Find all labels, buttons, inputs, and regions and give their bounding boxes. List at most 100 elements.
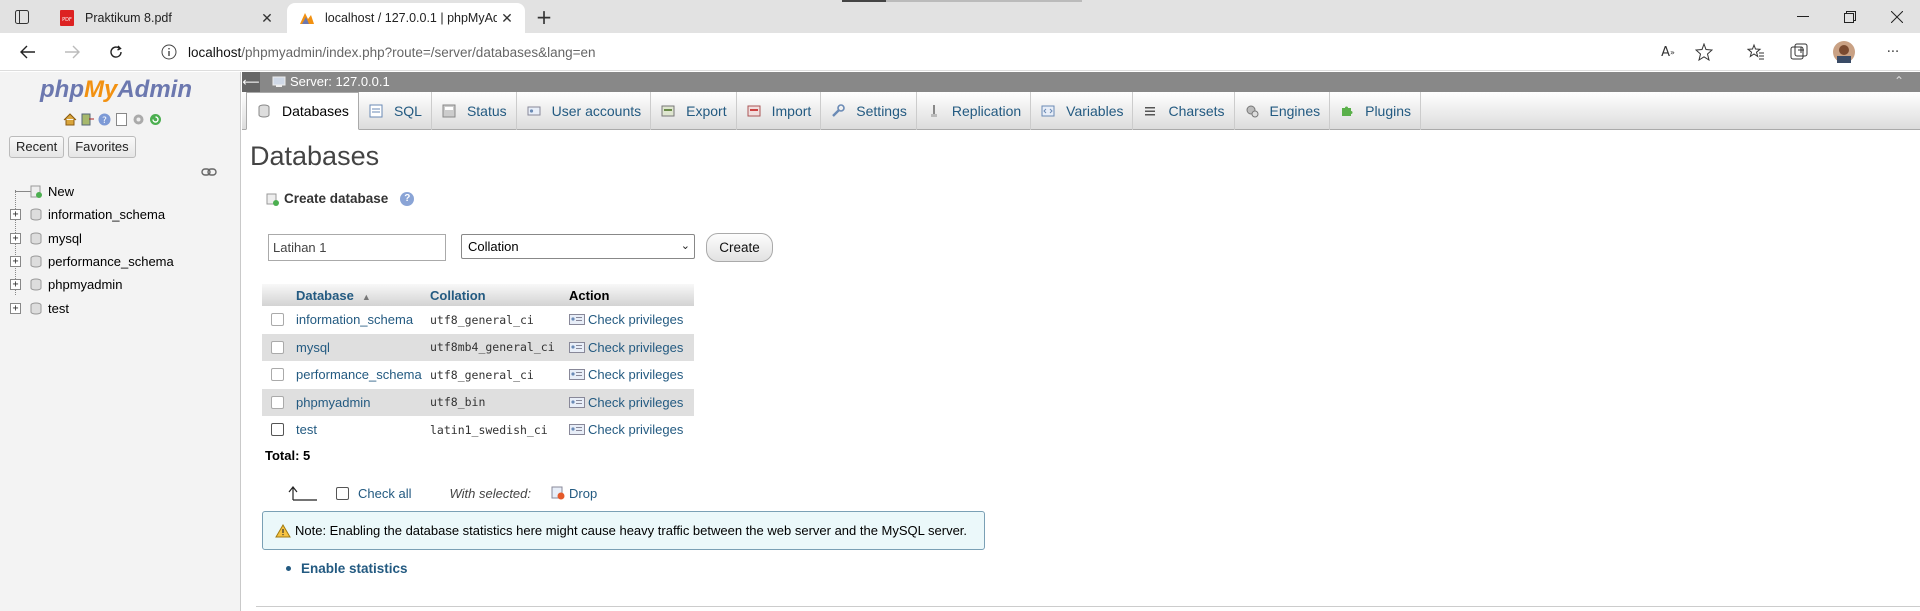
collections-icon[interactable] (1788, 41, 1810, 63)
recent-button[interactable]: Recent (9, 136, 65, 158)
check-privileges-link[interactable]: Check privileges (563, 422, 694, 437)
help-icon[interactable]: ? (97, 112, 111, 126)
favorites-button[interactable]: Favorites (68, 136, 136, 158)
check-all-label[interactable]: Check all (358, 486, 411, 501)
restore-icon[interactable] (1827, 0, 1873, 33)
settings-gear-icon[interactable] (131, 112, 145, 126)
window-close-icon[interactable] (1874, 0, 1920, 33)
row-checkbox[interactable] (270, 340, 284, 354)
expand-icon[interactable]: + (10, 256, 21, 268)
privileges-icon (569, 341, 585, 353)
tab-status[interactable]: Status (432, 92, 517, 130)
tab-plugins[interactable]: Plugins (1330, 92, 1422, 130)
tab-title: Praktikum 8.pdf (85, 11, 172, 25)
collapse-navigation-icon[interactable]: ⟵ (242, 72, 260, 92)
address-bar[interactable]: localhost/phpmyadmin/index.php?route=/se… (146, 37, 1706, 67)
row-checkbox[interactable] (270, 313, 284, 327)
tree-item-test[interactable]: + test (0, 296, 240, 319)
with-selected-label: With selected: (449, 485, 531, 501)
tab-charsets[interactable]: Charsets (1133, 92, 1235, 130)
logout-icon[interactable] (80, 112, 94, 126)
row-checkbox[interactable] (270, 368, 284, 382)
export-icon (660, 103, 676, 119)
import-icon (746, 103, 762, 119)
page-title: Databases (250, 141, 380, 171)
collation-select[interactable]: Collation ⌄ (461, 234, 695, 259)
enable-statistics-link[interactable]: Enable statistics (286, 561, 408, 576)
browser-tab-pdf[interactable]: PDF Praktikum 8.pdf ✕ (47, 3, 285, 33)
nav-tabs: Recent Favorites (9, 136, 136, 158)
column-header-database[interactable]: Database ▲ (292, 288, 426, 303)
server-icon (272, 76, 286, 87)
add-favorite-icon[interactable] (1693, 41, 1715, 63)
new-database-icon (266, 193, 279, 206)
link-with-main-panel-icon[interactable] (201, 166, 217, 176)
more-options-icon[interactable]: ··· (1882, 41, 1904, 63)
tab-sql[interactable]: SQL (359, 92, 432, 130)
users-icon (526, 103, 542, 119)
check-all-checkbox[interactable] (336, 486, 349, 500)
documentation-icon[interactable] (114, 112, 128, 126)
browser-tab-phpmyadmin[interactable]: localhost / 127.0.0.1 | phpMyAdmin ✕ (287, 3, 525, 33)
expand-icon[interactable]: + (10, 232, 21, 244)
close-icon[interactable]: ✕ (257, 8, 277, 28)
server-breadcrumb[interactable]: Server: 127.0.0.1 (272, 74, 390, 89)
tab-engines[interactable]: Engines (1235, 92, 1331, 130)
database-link[interactable]: performance_schema (292, 367, 426, 382)
create-button[interactable]: Create (706, 233, 773, 262)
statistics-notice: Note: Enabling the database statistics h… (262, 511, 985, 550)
check-privileges-link[interactable]: Check privileges (563, 367, 694, 382)
tree-item-mysql[interactable]: + mysql (0, 227, 240, 250)
tab-replication[interactable]: Replication (917, 92, 1032, 130)
database-link[interactable]: phpmyadmin (292, 395, 426, 410)
tab-import[interactable]: Import (737, 92, 822, 130)
tab-export[interactable]: Export (651, 92, 737, 130)
table-row: information_schema utf8_general_ci Check… (262, 306, 694, 334)
expand-icon[interactable]: + (10, 209, 21, 221)
reload-icon[interactable] (148, 112, 162, 126)
tab-databases[interactable]: Databases (246, 92, 359, 130)
check-privileges-link[interactable]: Check privileges (563, 395, 694, 410)
forward-arrow-icon[interactable] (58, 38, 86, 66)
minimize-icon[interactable] (1780, 0, 1826, 33)
read-aloud-icon[interactable]: A» (1657, 41, 1679, 63)
arrow-up-left-icon (288, 486, 317, 501)
close-icon[interactable]: ✕ (497, 8, 517, 28)
database-name-input[interactable] (268, 234, 446, 261)
phpmyadmin-logo[interactable]: phpMyAdmin (40, 76, 192, 104)
collapse-top-icon[interactable]: ⌃ (1894, 74, 1904, 88)
tree-item-performance-schema[interactable]: + performance_schema (0, 250, 240, 273)
profile-avatar[interactable] (1833, 41, 1855, 63)
tree-item-phpmyadmin[interactable]: + phpmyadmin (0, 273, 240, 296)
favorites-icon[interactable] (1745, 41, 1767, 63)
browser-tabstrip: PDF Praktikum 8.pdf ✕ localhost / 127.0.… (0, 0, 1920, 33)
tab-variables[interactable]: Variables (1031, 92, 1134, 130)
check-privileges-link[interactable]: Check privileges (563, 312, 694, 327)
sql-icon (368, 103, 384, 119)
row-checkbox[interactable] (270, 395, 284, 409)
database-link[interactable]: mysql (292, 340, 426, 355)
new-database-icon (30, 185, 42, 199)
tab-settings[interactable]: Settings (821, 92, 917, 130)
tree-item-information-schema[interactable]: + information_schema (0, 203, 240, 226)
expand-icon[interactable]: + (10, 302, 21, 314)
column-header-collation[interactable]: Collation (426, 288, 563, 303)
back-arrow-icon[interactable] (14, 38, 42, 66)
drop-button[interactable]: Drop (569, 486, 597, 501)
row-checkbox[interactable] (270, 423, 284, 437)
check-privileges-link[interactable]: Check privileges (563, 340, 694, 355)
divider (256, 606, 1920, 607)
tab-user-accounts[interactable]: User accounts (517, 92, 652, 130)
site-info-icon[interactable] (160, 43, 178, 61)
tree-item-new[interactable]: New (0, 180, 240, 203)
database-link[interactable]: test (292, 422, 426, 437)
help-icon[interactable]: ? (400, 191, 415, 206)
refresh-icon[interactable] (102, 38, 130, 66)
expand-icon[interactable]: + (10, 279, 21, 291)
bulk-actions: Check all With selected: Drop (288, 485, 597, 501)
phpmyadmin-favicon-icon (299, 10, 315, 26)
database-link[interactable]: information_schema (292, 312, 426, 327)
new-tab-button[interactable]: + (532, 6, 556, 30)
tab-actions-icon[interactable] (12, 7, 32, 27)
home-icon[interactable] (63, 112, 77, 126)
